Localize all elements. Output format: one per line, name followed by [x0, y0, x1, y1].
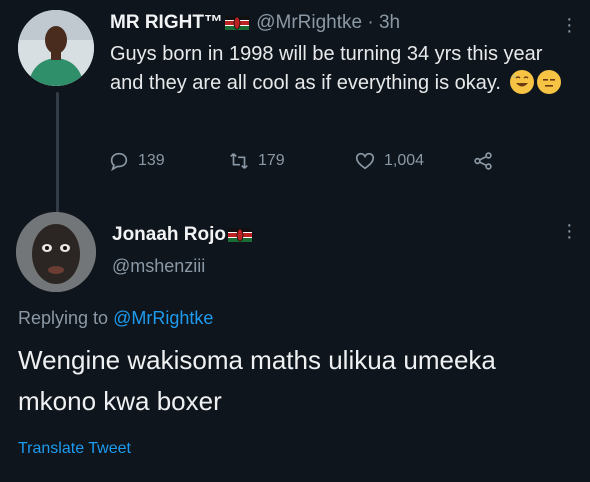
author-name[interactable]: MR RIGHT™ [110, 12, 223, 33]
avatar-image [16, 212, 96, 292]
reply-author-avatar[interactable] [16, 212, 96, 292]
retweet-button[interactable]: 179 [228, 150, 285, 172]
replying-to-label: Replying to [18, 308, 114, 328]
thread-connector-line [56, 92, 59, 216]
like-button[interactable]: 1,004 [354, 150, 424, 172]
reply-button[interactable]: 139 [108, 150, 165, 172]
tweet-header: MR RIGHT™ @MrRightke · 3h [110, 12, 400, 34]
heart-icon [355, 152, 375, 170]
translate-tweet-link[interactable]: Translate Tweet [18, 440, 131, 458]
tweet-time[interactable]: · 3h [367, 12, 400, 33]
replying-to-mention[interactable]: @MrRightke [113, 308, 213, 328]
reply-author-name[interactable]: Jonaah Rojo [112, 224, 254, 246]
replying-to: Replying to @MrRightke [18, 308, 213, 329]
reply-icon [110, 152, 128, 172]
avatar-image [18, 10, 94, 86]
like-count: 1,004 [384, 152, 425, 169]
retweet-icon [230, 153, 248, 169]
share-icon [474, 152, 492, 170]
reply-author-handle[interactable]: @mshenziii [112, 256, 205, 277]
retweet-count: 179 [258, 152, 285, 169]
kenya-flag-icon [224, 14, 249, 31]
reply-tweet-text: Wengine wakisoma maths ulikua umeeka mko… [18, 345, 496, 416]
author-handle[interactable]: @MrRightke [256, 12, 362, 33]
avatar[interactable] [18, 10, 94, 86]
expressionless-face-emoji-icon [536, 70, 561, 94]
more-options-icon[interactable]: · · · [566, 215, 573, 247]
grinning-sweat-emoji-icon [509, 70, 534, 94]
share-button[interactable] [472, 150, 494, 172]
reply-count: 139 [138, 152, 165, 169]
kenya-flag-icon [228, 226, 253, 243]
tweet-text: Guys born in 1998 will be turning 34 yrs… [110, 40, 580, 98]
more-options-icon[interactable]: · · · [566, 9, 573, 41]
